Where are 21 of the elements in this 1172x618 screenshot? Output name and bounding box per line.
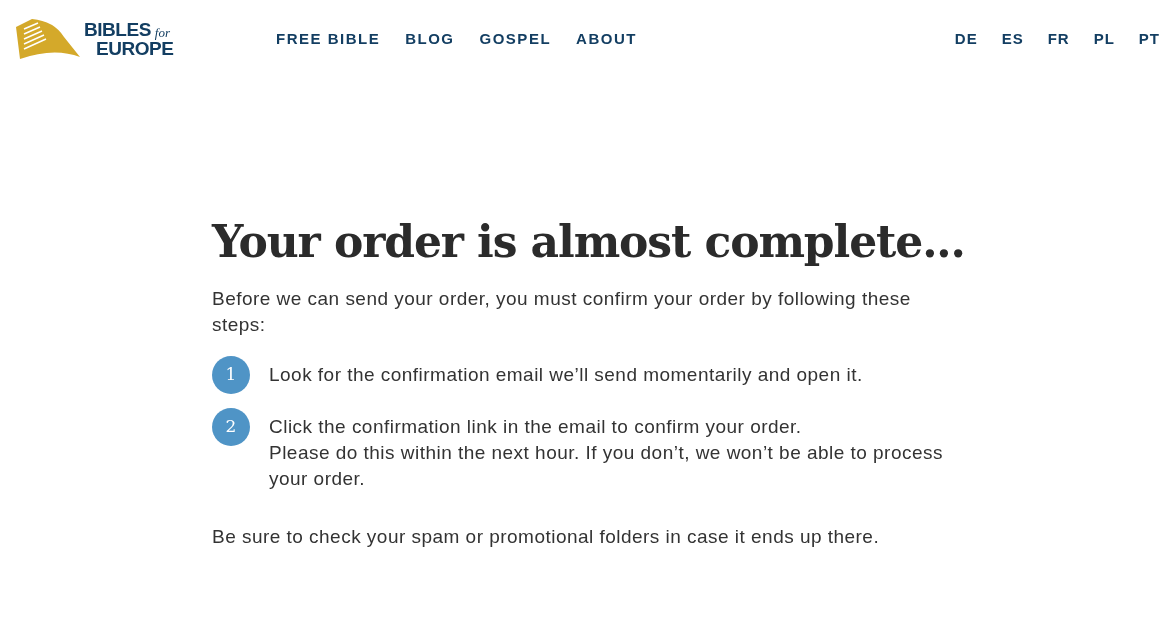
language-link[interactable]: PL [1093, 27, 1115, 51]
logo-text: BIBLES [84, 20, 151, 39]
logo-text: EUROPE [96, 39, 174, 58]
open-book-icon[interactable] [14, 17, 80, 61]
logo-text: for [154, 26, 170, 39]
language-link[interactable]: ES [1001, 27, 1024, 51]
step-number: 2 [212, 408, 250, 446]
language-link[interactable]: FR [1047, 27, 1070, 51]
nav-link[interactable]: ABOUT [576, 27, 637, 51]
step-text: Click the confirmation link in the email to confirm your order. [269, 415, 803, 439]
page-title: Your order is almost complete... [212, 220, 966, 264]
intro-text: Before we can send your order, you must confirm your order by following these steps: [212, 287, 912, 337]
nav-link[interactable]: GOSPEL [479, 27, 552, 51]
nav-link[interactable]: BLOG [405, 27, 455, 51]
step-text: Look for the confirmation email we’ll send momentarily and open it. [269, 363, 864, 387]
language-link[interactable]: DE [954, 27, 978, 51]
note-text: Be sure to check your spam or promotional folders in case it ends up there. [212, 525, 881, 549]
step-text: Please do this within the next hour. If you don’t, we won’t be able to process your order. [269, 441, 944, 491]
step-number: 1 [212, 356, 250, 394]
language-link[interactable]: PT [1138, 27, 1160, 51]
nav-link[interactable]: FREE BIBLE [276, 27, 381, 51]
